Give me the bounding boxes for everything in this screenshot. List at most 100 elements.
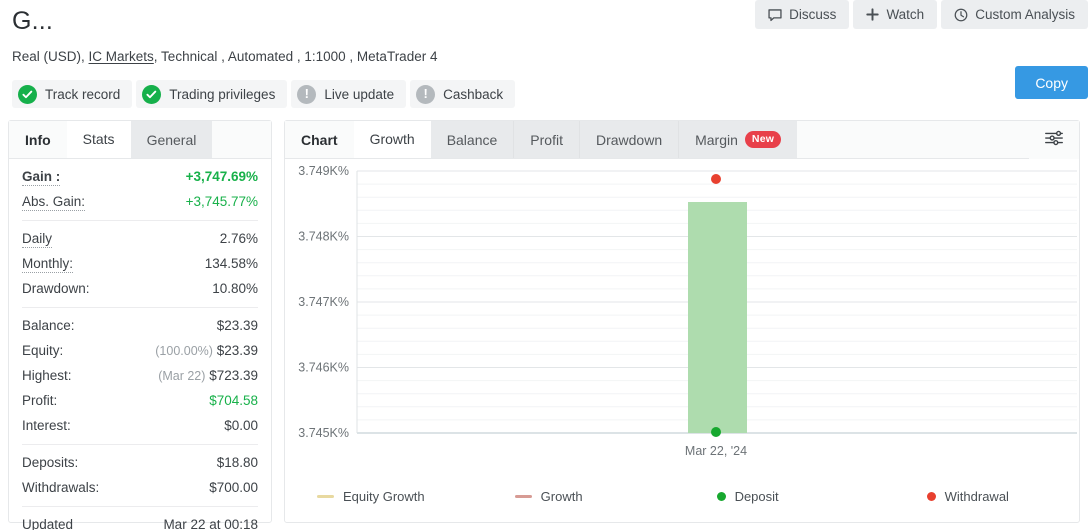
- tab-general-label: General: [146, 131, 197, 148]
- y-tick-label: 3.746K%: [298, 361, 349, 375]
- check-circle-icon: [18, 84, 37, 104]
- stat-label: Profit:: [22, 393, 58, 408]
- stats-list: Gain : +3,747.69% Abs. Gain: +3,745.77% …: [9, 159, 271, 530]
- stat-label: Highest:: [22, 368, 72, 383]
- badge-label: Live update: [324, 86, 395, 102]
- legend-dot-icon: [926, 492, 936, 501]
- tab-growth[interactable]: Growth: [353, 121, 431, 158]
- stat-row-daily: Daily 2.76%: [22, 226, 258, 251]
- legend-item-growth[interactable]: Growth: [514, 489, 583, 504]
- badge-label: Trading privileges: [169, 86, 276, 102]
- tab-profit-label: Profit: [530, 131, 563, 148]
- tab-general[interactable]: General: [130, 121, 213, 158]
- legend-line-icon: [514, 495, 532, 498]
- stat-value-prefix: (100.00%): [155, 344, 213, 358]
- stat-value: $18.80: [216, 455, 258, 470]
- chart-legend: Equity Growth Growth Deposit Withdrawal: [285, 489, 1079, 504]
- stat-value: $0.00: [224, 418, 258, 433]
- page-header: G... Real (USD), IC Markets, Technical ,…: [0, 0, 1088, 108]
- stat-row-equity: Equity: (100.00%) $23.39: [22, 338, 258, 363]
- verification-badges: Track record Trading privileges ! Live u…: [12, 80, 1076, 108]
- stat-value: $23.39: [216, 318, 258, 333]
- account-type-text: Real (USD),: [12, 49, 85, 64]
- broker-link[interactable]: IC Markets: [89, 49, 154, 64]
- legend-item-withdrawal[interactable]: Withdrawal: [926, 489, 1009, 504]
- tab-drawdown-label: Drawdown: [595, 131, 663, 148]
- tab-info[interactable]: Info: [9, 121, 67, 158]
- chart-y-tick-labels: 3.745K% 3.746K% 3.747K% 3.748K% 3.749K%: [298, 164, 349, 440]
- tab-balance-label: Balance: [446, 131, 498, 148]
- stat-label: Deposits:: [22, 455, 79, 470]
- growth-bar[interactable]: [688, 202, 747, 433]
- stat-value: +3,745.77%: [185, 194, 258, 209]
- stat-value: Mar 22 at 00:18: [163, 517, 258, 530]
- stat-value: 134.58%: [204, 256, 258, 271]
- tab-margin-label: Margin: [695, 131, 738, 148]
- growth-chart-svg[interactable]: 3.745K% 3.746K% 3.747K% 3.748K% 3.749K% …: [285, 159, 1079, 489]
- custom-analysis-button[interactable]: Custom Analysis: [941, 0, 1088, 29]
- tab-balance[interactable]: Balance: [430, 121, 515, 158]
- discuss-button[interactable]: Discuss: [755, 0, 850, 29]
- stat-value-wrap: (100.00%) $23.39: [155, 342, 258, 360]
- page-root: G... Real (USD), IC Markets, Technical ,…: [0, 0, 1088, 530]
- legend-label: Growth: [540, 489, 583, 504]
- divider: [22, 506, 258, 507]
- stat-label: Equity:: [22, 343, 64, 358]
- tab-drawdown[interactable]: Drawdown: [579, 121, 680, 158]
- stat-row-deposits: Deposits: $18.80: [22, 450, 258, 475]
- y-tick-label: 3.747K%: [298, 295, 349, 309]
- divider: [22, 307, 258, 308]
- chart-panel: Chart Growth Balance Profit Drawdown Mar…: [284, 120, 1080, 523]
- tab-chart[interactable]: Chart: [285, 121, 354, 158]
- y-tick-label: 3.749K%: [298, 164, 349, 178]
- stat-row-highest: Highest: (Mar 22) $723.39: [22, 363, 258, 388]
- copy-button[interactable]: Copy: [1015, 66, 1088, 99]
- stat-label[interactable]: Abs. Gain:: [22, 194, 86, 211]
- badge-track-record[interactable]: Track record: [12, 80, 133, 108]
- stat-label[interactable]: Monthly:: [22, 256, 74, 273]
- stat-value: $704.58: [209, 393, 258, 408]
- legend-label: Equity Growth: [343, 489, 425, 504]
- clock-icon: [954, 8, 968, 22]
- legend-item-deposit[interactable]: Deposit: [716, 489, 779, 504]
- plus-icon: [866, 8, 880, 21]
- stat-row-gain: Gain : +3,747.69%: [22, 164, 258, 189]
- tab-chart-label: Chart: [301, 131, 338, 148]
- chart-settings-button[interactable]: [1029, 121, 1079, 159]
- stat-label[interactable]: Gain :: [22, 169, 61, 186]
- badge-label: Track record: [45, 86, 121, 102]
- withdrawal-point[interactable]: [711, 174, 721, 184]
- tab-stats-label: Stats: [82, 131, 115, 147]
- stat-value: +3,747.69%: [185, 169, 258, 184]
- stat-row-interest: Interest: $0.00: [22, 413, 258, 438]
- legend-dot-icon: [716, 492, 726, 501]
- badge-cashback[interactable]: ! Cashback: [410, 80, 516, 108]
- badge-trading-privileges[interactable]: Trading privileges: [136, 80, 288, 108]
- info-panel-tabs: Info Stats General: [9, 121, 271, 159]
- tab-profit[interactable]: Profit: [514, 121, 580, 158]
- content-panels: Info Stats General Gain : +3,747.69% Abs…: [8, 120, 1080, 530]
- stat-row-balance: Balance: $23.39: [22, 313, 258, 338]
- legend-item-equity-growth[interactable]: Equity Growth: [317, 489, 425, 504]
- exclamation-circle-icon: !: [416, 84, 436, 104]
- stat-label: Withdrawals:: [22, 480, 100, 495]
- badge-live-update[interactable]: ! Live update: [291, 80, 407, 108]
- stat-row-monthly: Monthly: 134.58%: [22, 251, 258, 276]
- stat-row-updated: Updated Mar 22 at 00:18: [22, 512, 258, 530]
- stat-label[interactable]: Daily: [22, 231, 53, 248]
- stat-label: Drawdown:: [22, 281, 90, 296]
- account-meta-line: Real (USD), IC Markets, Technical , Auto…: [12, 48, 1076, 66]
- deposit-point[interactable]: [711, 427, 721, 437]
- legend-label: Withdrawal: [944, 489, 1009, 504]
- header-actions: Discuss Watch Custom Analysis: [755, 0, 1088, 29]
- y-tick-label: 3.748K%: [298, 230, 349, 244]
- tab-stats[interactable]: Stats: [66, 121, 131, 158]
- stat-row-profit: Profit: $704.58: [22, 388, 258, 413]
- tab-margin[interactable]: Margin New: [679, 121, 798, 158]
- x-tick-label: Mar 22, '24: [685, 444, 747, 458]
- badge-label: Cashback: [443, 86, 504, 102]
- stat-value: $723.39: [209, 368, 258, 383]
- stat-label: Updated: [22, 517, 74, 530]
- watch-button[interactable]: Watch: [853, 0, 938, 29]
- tab-info-label: Info: [25, 131, 51, 148]
